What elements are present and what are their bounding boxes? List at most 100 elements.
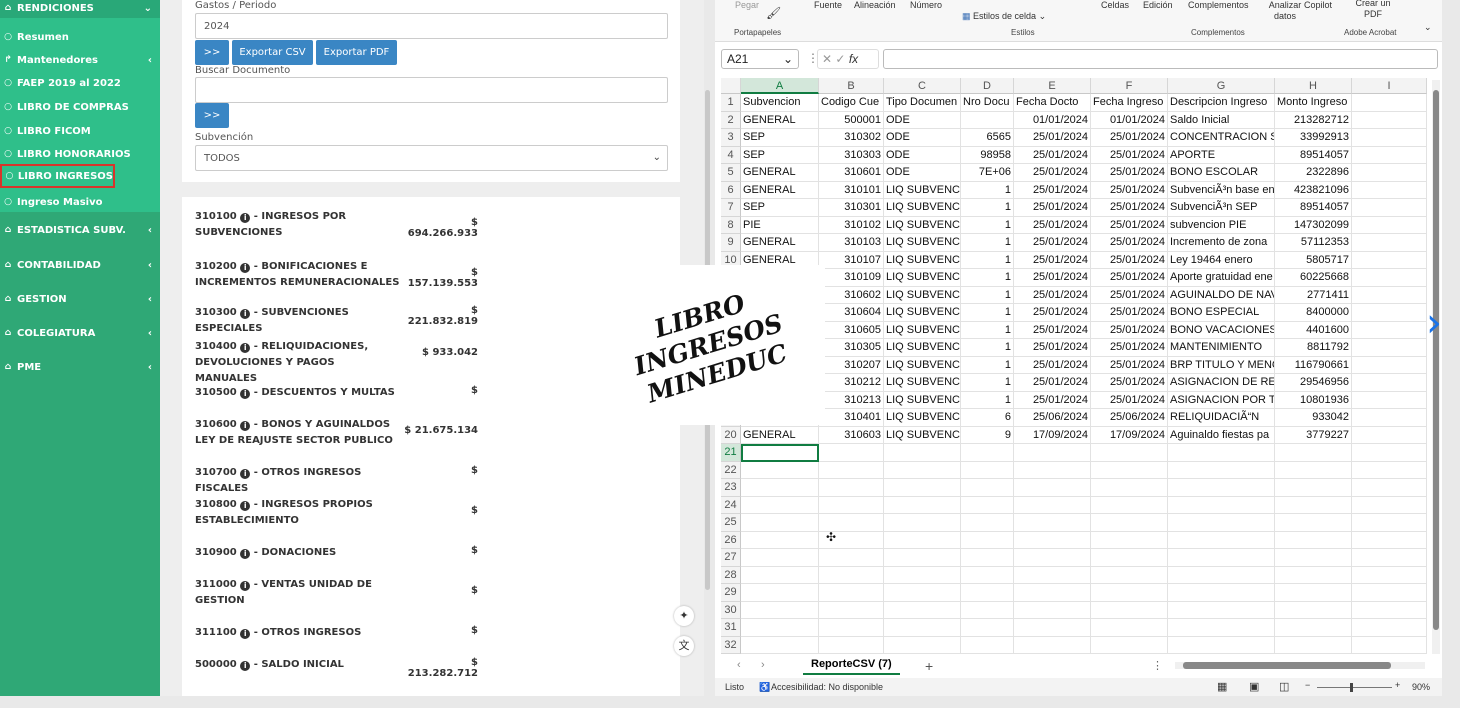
cell[interactable]: Descripcion Ingreso [1168,94,1275,112]
cell[interactable]: LIQ SUBVENCI [884,216,961,234]
cell[interactable]: 1 [961,251,1014,269]
row-header[interactable]: 4 [721,146,741,164]
row-header[interactable]: 25 [721,514,741,532]
cell[interactable] [884,636,961,654]
cell[interactable]: Tipo Documen [884,94,961,112]
cell[interactable] [1352,426,1427,444]
cell[interactable]: 25/01/2024 [1091,356,1168,374]
cell[interactable]: 1 [961,234,1014,252]
cell[interactable]: 25/01/2024 [1091,304,1168,322]
cell[interactable]: LIQ SUBVENCI [884,374,961,392]
cell-styles-button[interactable]: ▦ Estilos de celda ⌄ [962,11,1046,22]
cell[interactable] [1014,496,1091,514]
cell[interactable]: CONCENTRACION S [1168,129,1275,147]
info-icon[interactable]: i [240,343,251,353]
row-header[interactable]: 26 [721,531,741,549]
search-go-button[interactable]: >> [195,103,229,128]
cell[interactable]: ODE [884,146,961,164]
translate-icon[interactable]: 文 [674,636,694,656]
number-group-button[interactable]: Número [910,0,942,10]
cell[interactable] [884,601,961,619]
cell[interactable] [1352,199,1427,217]
cell[interactable]: 2771411 [1275,286,1352,304]
column-header[interactable]: A [741,78,819,94]
cell[interactable]: ODE [884,111,961,129]
cell[interactable]: Monto Ingreso [1275,94,1352,112]
cell[interactable]: 213282712 [1275,111,1352,129]
search-input[interactable] [195,77,668,103]
cell[interactable] [1352,636,1427,654]
cell[interactable] [1352,94,1427,112]
cell[interactable] [1352,409,1427,427]
cell[interactable] [1014,531,1091,549]
cell[interactable]: 25/01/2024 [1014,234,1091,252]
cell[interactable]: 1 [961,199,1014,217]
cell[interactable]: 17/09/2024 [1091,426,1168,444]
check-icon[interactable]: ✓ [835,52,845,66]
cell[interactable] [819,549,884,567]
row-header[interactable]: 30 [721,601,741,619]
sparkle-icon[interactable]: ✦ [674,606,694,626]
addins-button[interactable]: Complementos [1188,0,1249,10]
normal-view-icon[interactable]: ▦ [1217,680,1227,693]
cell[interactable]: 6 [961,409,1014,427]
cell[interactable]: 310107 [819,251,884,269]
cell[interactable]: 25/01/2024 [1014,216,1091,234]
cell[interactable] [1168,531,1275,549]
cell[interactable]: 25/01/2024 [1014,129,1091,147]
cell[interactable] [819,619,884,637]
cell[interactable] [741,531,819,549]
cell[interactable] [1014,444,1091,462]
column-header[interactable]: F [1091,78,1168,94]
row-header[interactable]: 32 [721,636,741,654]
sidebar-item-pme[interactable]: ⌂ PME ‹ [0,359,160,375]
cell[interactable]: 7E+06 [961,164,1014,182]
cell[interactable]: Saldo Inicial [1168,111,1275,129]
cell[interactable]: 310102 [819,216,884,234]
cell[interactable]: Nro Docu [961,94,1014,112]
period-go-button[interactable]: >> [195,40,229,65]
cell[interactable]: 25/01/2024 [1091,269,1168,287]
cell[interactable]: 01/01/2024 [1091,111,1168,129]
active-cell[interactable] [741,444,819,462]
cell[interactable] [961,584,1014,602]
status-accessibility[interactable]: Accesibilidad: No disponible [771,682,883,692]
cell[interactable]: GENERAL [741,234,819,252]
cell[interactable] [819,479,884,497]
cell[interactable]: 25/01/2024 [1091,129,1168,147]
cell[interactable]: SEP [741,199,819,217]
cell[interactable] [1091,461,1168,479]
cell[interactable] [1091,549,1168,567]
info-icon[interactable]: i [240,263,251,273]
cell[interactable] [1168,566,1275,584]
cell[interactable]: 2322896 [1275,164,1352,182]
info-icon[interactable]: i [240,581,251,591]
cell[interactable] [1168,636,1275,654]
cell[interactable] [1091,584,1168,602]
zoom-slider-thumb[interactable] [1350,683,1353,692]
cell[interactable]: Ley 19464 enero [1168,251,1275,269]
page-layout-icon[interactable]: ▣ [1249,680,1259,693]
sidebar-item-contabilidad[interactable]: ⌂ CONTABILIDAD ‹ [0,257,160,273]
cell[interactable]: Fecha Ingreso [1091,94,1168,112]
sidebar-item-libro-de-compras[interactable]: ○ LIBRO DE COMPRAS [0,99,160,115]
horizontal-scrollbar[interactable] [1175,662,1425,669]
cell[interactable]: 933042 [1275,409,1352,427]
cell[interactable] [961,461,1014,479]
cell[interactable] [1352,234,1427,252]
cell[interactable]: BONO ESPECIAL [1168,304,1275,322]
cell[interactable]: 25/01/2024 [1014,251,1091,269]
cell[interactable] [741,514,819,532]
info-icon[interactable]: i [240,469,251,479]
column-header[interactable]: C [884,78,961,94]
cell[interactable] [819,601,884,619]
cell[interactable] [1014,619,1091,637]
cell[interactable]: LIQ SUBVENCI [884,339,961,357]
cell[interactable] [1168,619,1275,637]
row-header[interactable]: 27 [721,549,741,567]
cell[interactable]: RELIQUIDACIÃ“N [1168,409,1275,427]
cell[interactable] [1352,461,1427,479]
cell[interactable] [1352,129,1427,147]
cell[interactable]: 25/06/2024 [1091,409,1168,427]
row-header[interactable]: 6 [721,181,741,199]
